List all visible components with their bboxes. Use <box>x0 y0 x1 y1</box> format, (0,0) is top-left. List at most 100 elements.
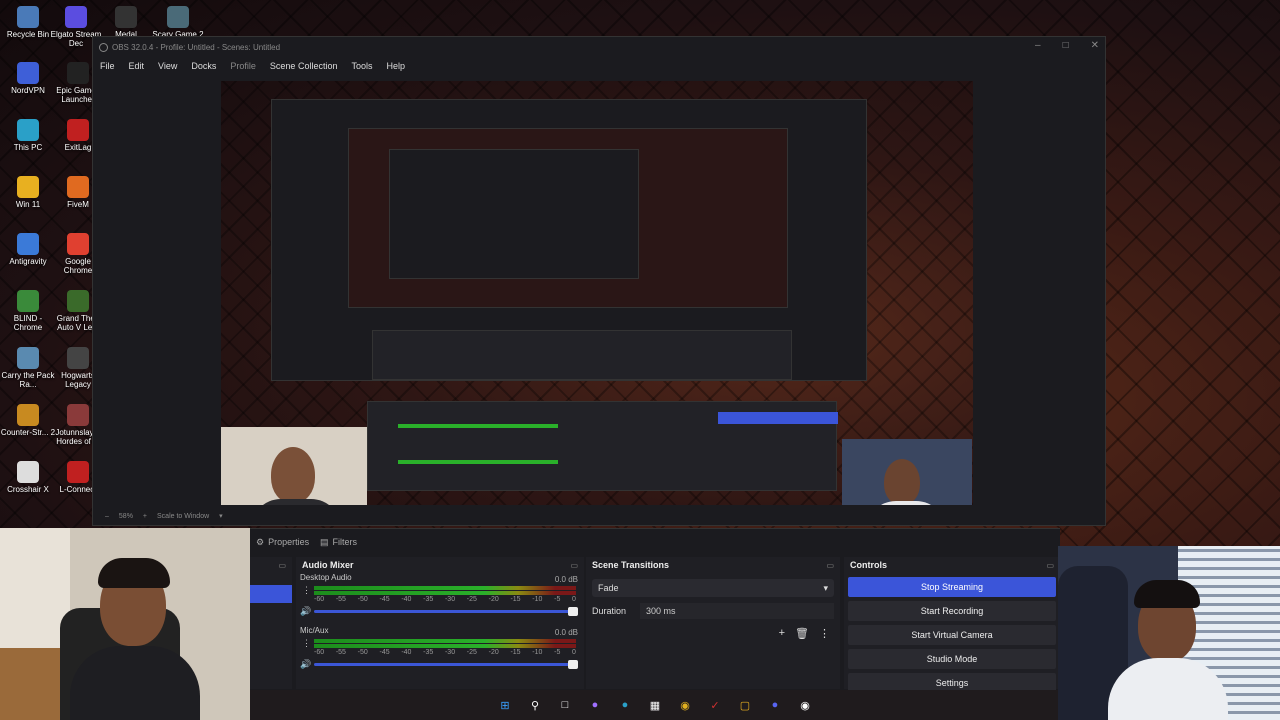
menu-file[interactable]: File <box>100 61 115 71</box>
copilot-icon[interactable]: ● <box>586 696 604 714</box>
desktop-icon-label: Win 11 <box>15 200 41 209</box>
desktop-icon[interactable]: This PC <box>0 119 56 152</box>
desktop-icon[interactable]: Counter-Str... 2 <box>0 404 56 437</box>
transition-select[interactable]: Fade ▾ <box>592 579 834 597</box>
studio-mode-button[interactable]: Studio Mode <box>848 649 1056 669</box>
nested-preview <box>348 128 788 308</box>
sources-dock: ▭ <box>250 557 292 689</box>
epic-games-icon <box>67 62 89 84</box>
windows-start-icon[interactable]: ⊞ <box>496 696 514 714</box>
search-icon[interactable]: ⚲ <box>526 696 544 714</box>
store-icon[interactable]: ▦ <box>646 696 664 714</box>
popout-icon[interactable]: ▭ <box>278 561 286 570</box>
menu-edit[interactable]: Edit <box>129 61 145 71</box>
desktop-icon[interactable]: Carry the Pack Ra... <box>0 347 56 389</box>
slider-knob[interactable] <box>568 607 578 616</box>
fivem-icon <box>67 176 89 198</box>
antigravity-icon <box>17 233 39 255</box>
kebab-menu-icon[interactable]: ⋮ <box>302 585 311 596</box>
chevron-down-icon[interactable]: ▾ <box>219 512 223 520</box>
channel-name: Desktop Audio <box>300 573 352 582</box>
maximize-icon[interactable]: □ <box>1063 40 1069 51</box>
desktop-icon-label: Carry the Pack Ra... <box>1 371 55 389</box>
edge-icon[interactable]: ● <box>616 696 634 714</box>
channel-desktop-audio: Desktop Audio 0.0 dB ⋮ -60 -55 -50 -45 -40 -3… <box>296 573 584 623</box>
audio-mixer-dock: Audio Mixer ▭ Desktop Audio 0.0 dB ⋮ -60-… <box>296 557 584 689</box>
close-icon[interactable]: ✕ <box>1091 40 1099 51</box>
desktop-icon[interactable]: Medal <box>98 6 154 39</box>
desktop-background: Recycle Bin Elgato Stream Dec Medal Scary G… <box>0 0 1280 720</box>
app-icon[interactable]: ✓ <box>706 696 724 714</box>
tab-filters[interactable]: ▤ Filters <box>314 533 363 551</box>
volume-meter <box>314 591 576 595</box>
kebab-menu-icon[interactable]: ⋮ <box>302 638 311 649</box>
game-icon <box>167 6 189 28</box>
zoom-in-icon[interactable]: + <box>143 513 147 520</box>
gear-icon: ⚙ <box>256 536 265 547</box>
hogwarts-icon <box>67 347 89 369</box>
meter-ticks: -60 -55 -50 -45 -40 -35 -30 -25 -20 -15 -10 -5 0 <box>314 596 576 603</box>
nordvpn-icon <box>17 62 39 84</box>
speaker-icon[interactable]: 🔊 <box>300 606 311 617</box>
medal-icon <box>115 6 137 28</box>
preview-canvas[interactable] <box>221 81 973 505</box>
desktop-icon-label: Crosshair X <box>7 485 49 494</box>
scale-mode[interactable]: Scale to Window <box>157 513 209 520</box>
menu-docks[interactable]: Docks <box>191 61 216 71</box>
crosshair-icon <box>17 461 39 483</box>
volume-slider[interactable] <box>314 660 578 669</box>
stop-streaming-button[interactable]: Stop Streaming <box>848 577 1056 597</box>
task-view-icon[interactable]: □ <box>556 696 574 714</box>
obs-icon[interactable]: ◉ <box>796 696 814 714</box>
channel-mic-aux: Mic/Aux 0.0 dB ⋮ -60 -55 -50 -45 -40 -35 -30 -2… <box>296 626 584 676</box>
chevron-down-icon: ▾ <box>823 582 828 593</box>
menu-help[interactable]: Help <box>386 61 405 71</box>
start-recording-button[interactable]: Start Recording <box>848 601 1056 621</box>
nested-webcam-right <box>842 439 972 505</box>
popout-icon[interactable]: ▭ <box>1046 561 1054 570</box>
trash-icon[interactable]: 🗑 <box>795 627 809 640</box>
popout-icon[interactable]: ▭ <box>826 561 834 570</box>
transition-value: Fade <box>598 583 619 593</box>
channel-db: 0.0 dB <box>554 575 578 584</box>
window-controls: – □ ✕ <box>1035 40 1099 51</box>
recycle-bin-icon <box>17 6 39 28</box>
duration-input[interactable]: 300 ms <box>640 603 834 619</box>
zoom-out-icon[interactable]: – <box>105 513 109 520</box>
desktop-icon-label: This PC <box>13 143 43 152</box>
file-explorer-icon[interactable]: ▢ <box>736 696 754 714</box>
duration-row: Duration 300 ms <box>592 603 834 619</box>
docks-area: ⚙ Properties ▤ Filters ▭ Audio Mixer ▭ De… <box>250 528 1060 693</box>
selected-source-row[interactable] <box>250 585 292 603</box>
discord-icon[interactable]: ● <box>766 696 784 714</box>
popout-icon[interactable]: ▭ <box>570 561 578 570</box>
slider-knob[interactable] <box>568 660 578 669</box>
menu-bar: File Edit View Docks Profile Scene Colle… <box>93 57 1105 75</box>
volume-slider[interactable] <box>314 607 578 616</box>
kebab-menu-icon[interactable]: ⋮ <box>819 627 830 640</box>
desktop-icon-label: Counter-Str... 2 <box>0 428 56 437</box>
start-virtual-camera-button[interactable]: Start Virtual Camera <box>848 625 1056 645</box>
minimize-icon[interactable]: – <box>1035 40 1041 51</box>
webcam-right <box>1058 546 1280 720</box>
desktop-icon-label: NordVPN <box>11 86 45 95</box>
desktop-icon[interactable]: BLIND - Chrome <box>0 290 56 332</box>
menu-view[interactable]: View <box>158 61 177 71</box>
desktop-icon[interactable]: Crosshair X <box>0 461 56 494</box>
menu-scene-collection[interactable]: Scene Collection <box>270 61 338 71</box>
chrome-icon <box>17 290 39 312</box>
add-icon[interactable]: + <box>779 627 785 640</box>
nested-obs-window-2 <box>389 149 639 279</box>
desktop-icon[interactable]: Win 11 <box>0 176 56 209</box>
volume-meter <box>314 639 576 643</box>
chrome-icon[interactable]: ◉ <box>676 696 694 714</box>
desktop-icon[interactable]: NordVPN <box>0 62 56 95</box>
preview-status: – 58% + Scale to Window ▾ <box>93 507 1105 525</box>
desktop-icon[interactable]: Scary Game 2 <box>150 6 206 39</box>
menu-tools[interactable]: Tools <box>351 61 372 71</box>
menu-profile[interactable]: Profile <box>230 61 256 71</box>
desktop-icon[interactable]: Antigravity <box>0 233 56 266</box>
tab-properties[interactable]: ⚙ Properties <box>250 533 315 551</box>
volume-meter <box>314 586 576 590</box>
speaker-icon[interactable]: 🔊 <box>300 659 311 670</box>
